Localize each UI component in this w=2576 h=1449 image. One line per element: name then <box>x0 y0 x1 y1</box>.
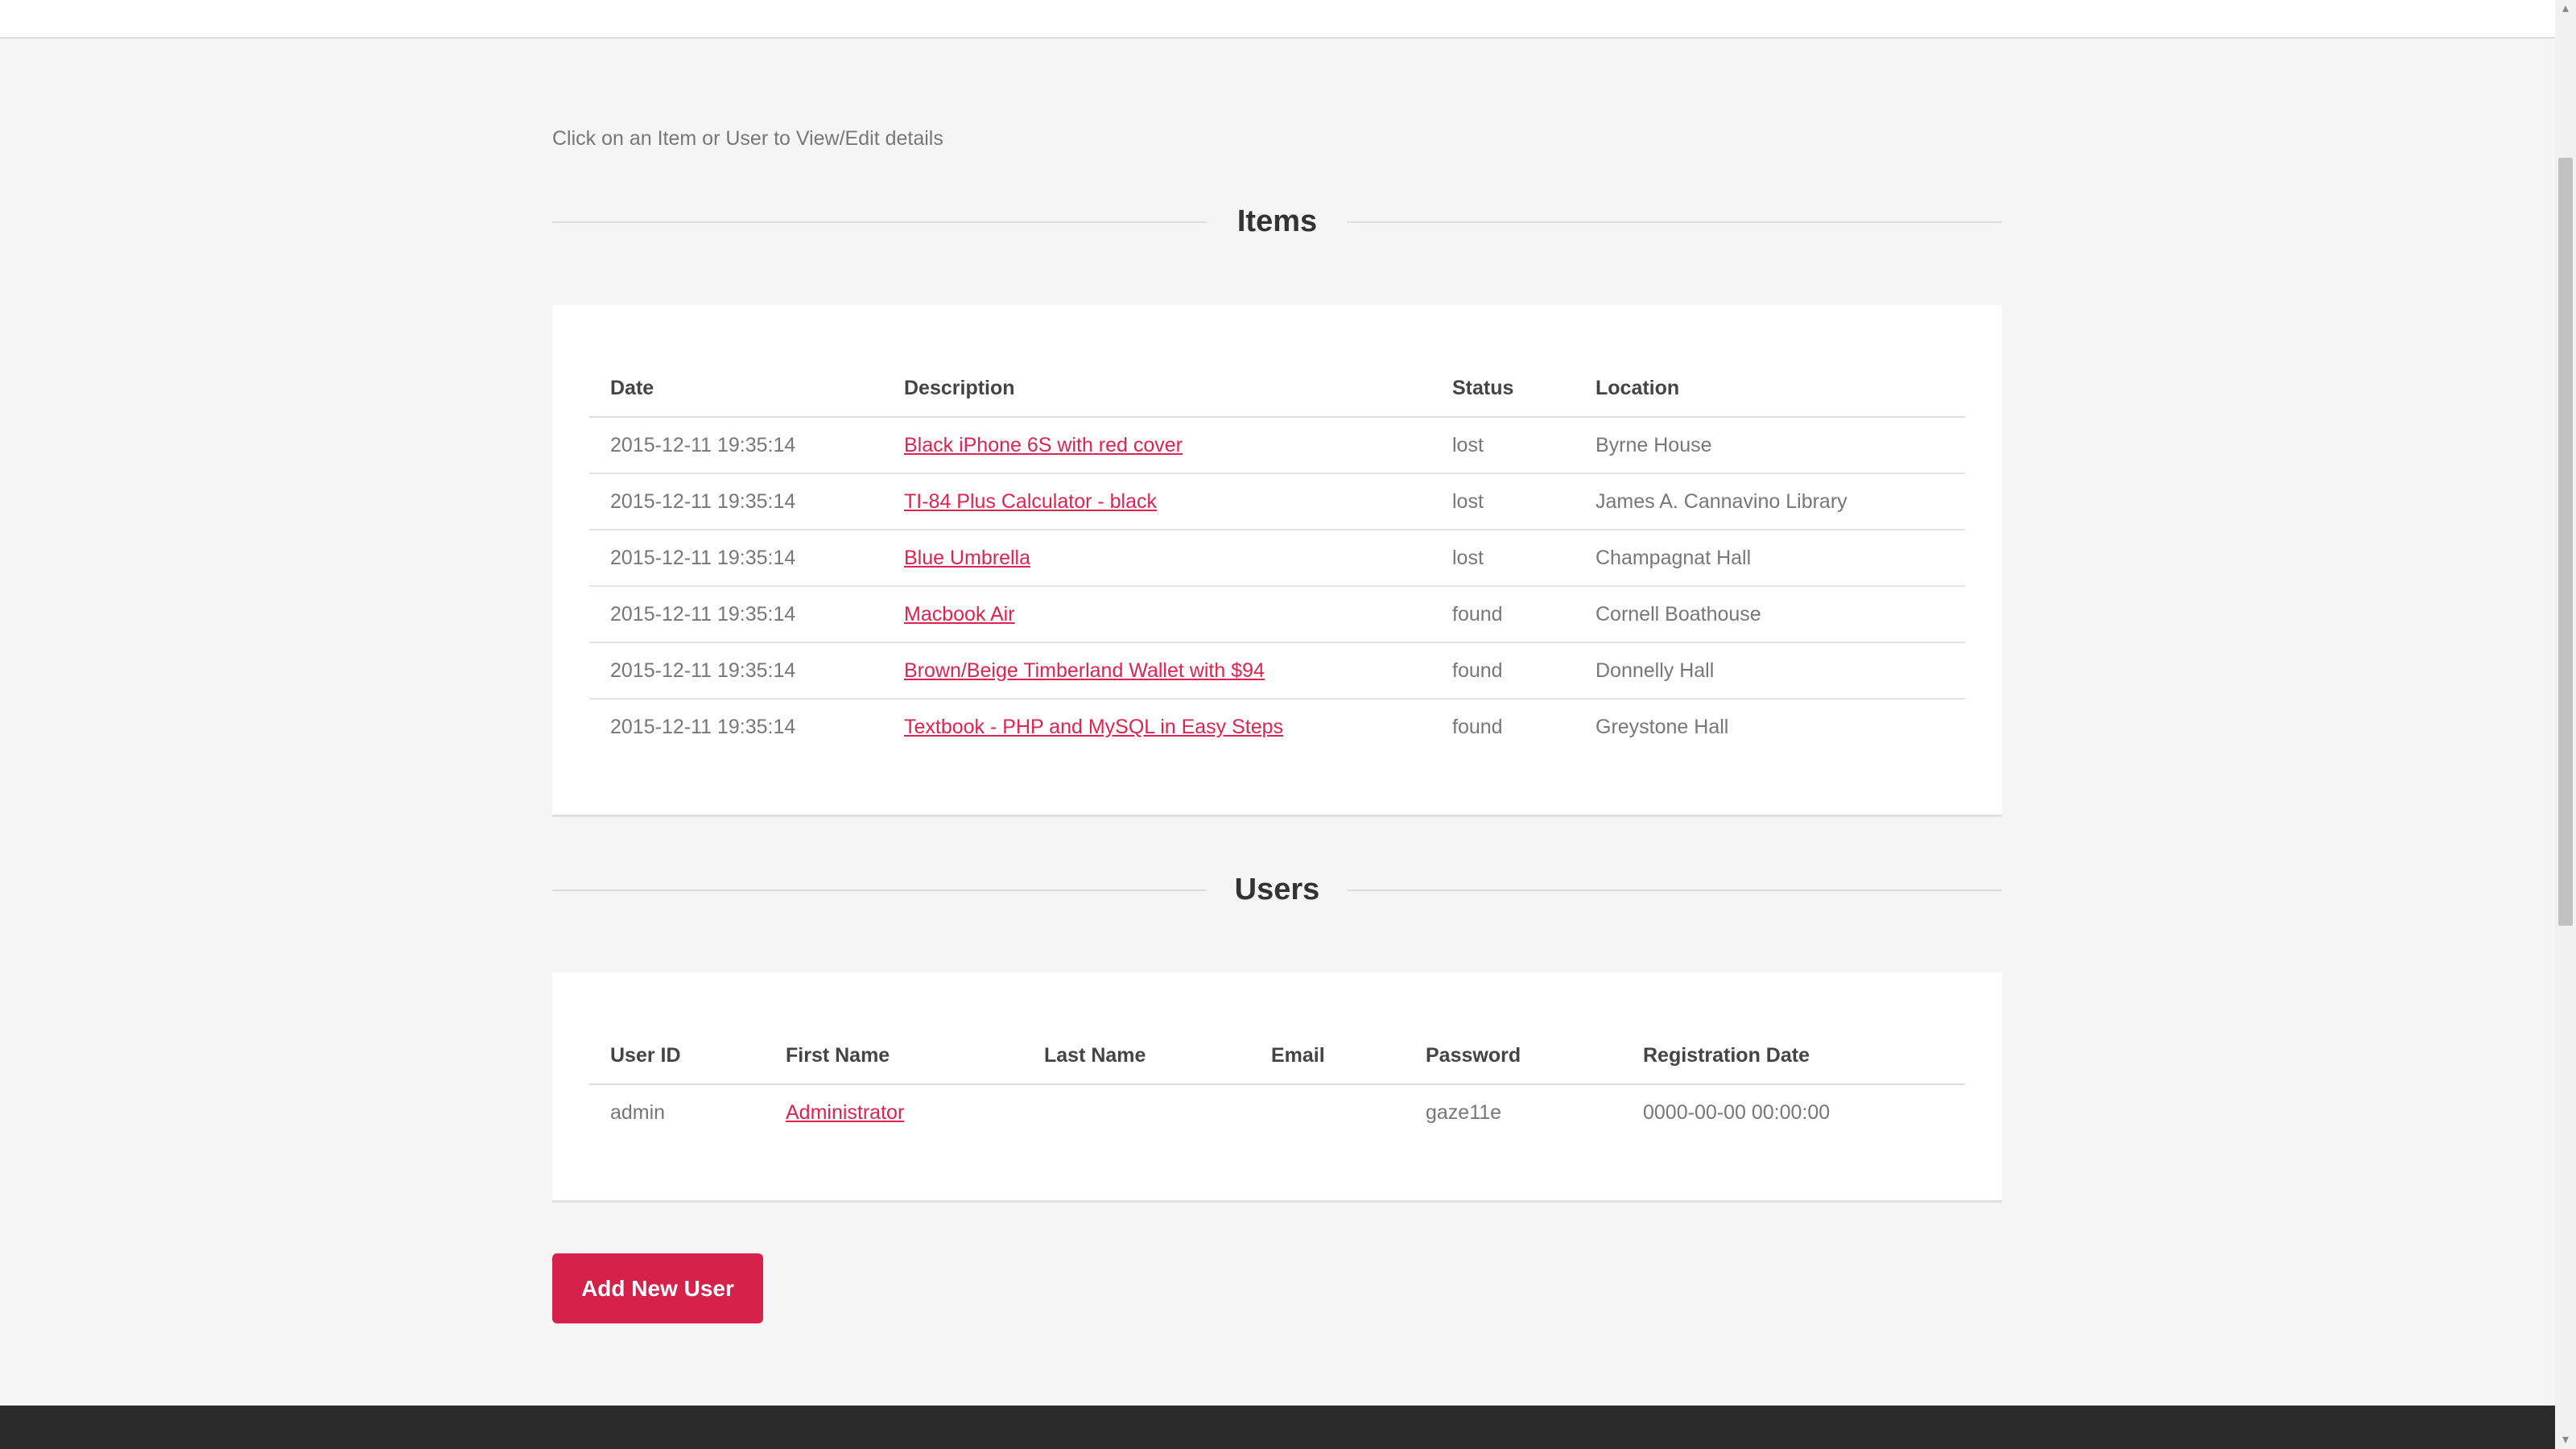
col-header-password: Password <box>1405 1028 1622 1085</box>
items-table: Date Description Status Location 2015-12… <box>589 361 1965 755</box>
item-link[interactable]: TI-84 Plus Calculator - black <box>904 490 1157 513</box>
item-date: 2015-12-11 19:35:14 <box>610 716 796 738</box>
table-row: 2015-12-11 19:35:14 Textbook - PHP and M… <box>589 699 1965 755</box>
table-row: admin Administrator gaze11e 0000-00-00 0… <box>589 1084 1965 1141</box>
item-description-cell: Macbook Air <box>883 586 1431 643</box>
user-id: admin <box>610 1101 666 1124</box>
scrollbar[interactable]: ▴ ▾ <box>2555 0 2576 1449</box>
item-link[interactable]: Black iPhone 6S with red cover <box>904 434 1183 456</box>
item-link[interactable]: Macbook Air <box>904 603 1015 625</box>
user-last-name <box>1023 1084 1250 1141</box>
item-location: Cornell Boathouse <box>1575 586 1965 643</box>
items-card: Date Description Status Location 2015-12… <box>552 305 2002 817</box>
item-link[interactable]: Textbook - PHP and MySQL in Easy Steps <box>904 716 1283 738</box>
item-status: found <box>1431 586 1575 643</box>
instructions-text: Click on an Item or User to View/Edit de… <box>552 127 943 150</box>
triangle-up-icon[interactable]: ▴ <box>2555 0 2576 18</box>
item-status: lost <box>1431 473 1575 530</box>
item-status: found <box>1452 716 1503 738</box>
item-date: 2015-12-11 19:35:14 <box>589 586 883 643</box>
item-link[interactable]: Brown/Beige Timberland Wallet with $94 <box>904 659 1265 682</box>
item-description-cell: Blue Umbrella <box>883 530 1431 587</box>
item-date: 2015-12-11 19:35:14 <box>589 642 883 700</box>
footer <box>0 1406 2555 1449</box>
table-row: 2015-12-11 19:35:14 Blue Umbrella lost C… <box>589 530 1965 587</box>
item-date: 2015-12-11 19:35:14 <box>589 417 883 474</box>
scroll-thumb[interactable] <box>2558 158 2573 926</box>
user-email <box>1250 1084 1405 1141</box>
divider-line <box>1348 221 2002 223</box>
page: Click on an Item or User to View/Edit de… <box>0 0 2576 1449</box>
col-header-first-name: First Name <box>765 1028 1023 1085</box>
col-header-last-name: Last Name <box>1023 1028 1250 1085</box>
item-description-cell: TI-84 Plus Calculator - black <box>883 473 1431 530</box>
item-location: James A. Cannavino Library <box>1575 473 1965 530</box>
users-section-header: Users <box>552 865 2002 914</box>
item-status: found <box>1431 642 1575 700</box>
col-header-email: Email <box>1250 1028 1405 1085</box>
top-nav-bar <box>0 0 2555 39</box>
user-link[interactable]: Administrator <box>786 1101 904 1124</box>
items-header-row: Date Description Status Location <box>589 361 1965 418</box>
table-row: 2015-12-11 19:35:14 Brown/Beige Timberla… <box>589 642 1965 700</box>
col-header-location: Location <box>1575 361 1965 418</box>
col-header-user-id: User ID <box>589 1028 765 1085</box>
add-new-user-button[interactable]: Add New User <box>552 1253 763 1323</box>
table-row: 2015-12-11 19:35:14 TI-84 Plus Calculato… <box>589 473 1965 530</box>
users-card: User ID First Name Last Name Email Passw… <box>552 972 2002 1203</box>
table-row: 2015-12-11 19:35:14 Black iPhone 6S with… <box>589 417 1965 474</box>
item-location: Greystone Hall <box>1596 716 1729 738</box>
col-header-description: Description <box>883 361 1431 418</box>
item-date: 2015-12-11 19:35:14 <box>589 530 883 587</box>
col-header-date: Date <box>589 361 883 418</box>
item-link[interactable]: Blue Umbrella <box>904 547 1030 569</box>
col-header-status: Status <box>1431 361 1575 418</box>
item-status: lost <box>1431 530 1575 587</box>
users-header-row: User ID First Name Last Name Email Passw… <box>589 1028 1965 1085</box>
user-first-name-cell: Administrator <box>765 1084 1023 1141</box>
item-location: Champagnat Hall <box>1575 530 1965 587</box>
item-location: Byrne House <box>1575 417 1965 474</box>
item-status: lost <box>1431 417 1575 474</box>
triangle-down-icon[interactable]: ▾ <box>2555 1431 2576 1449</box>
item-date: 2015-12-11 19:35:14 <box>589 473 883 530</box>
item-description-cell: Brown/Beige Timberland Wallet with $94 <box>883 642 1431 700</box>
user-registration-date: 0000-00-00 00:00:00 <box>1643 1101 1831 1124</box>
user-password: gaze11e <box>1426 1101 1502 1124</box>
item-location: Donnelly Hall <box>1575 642 1965 700</box>
col-header-registration-date: Registration Date <box>1622 1028 1965 1085</box>
items-section-header: Items <box>552 197 2002 246</box>
item-description-cell: Textbook - PHP and MySQL in Easy Steps <box>883 699 1431 755</box>
divider-line <box>1348 890 2002 891</box>
item-description-cell: Black iPhone 6S with red cover <box>883 417 1431 474</box>
users-table: User ID First Name Last Name Email Passw… <box>589 1028 1965 1141</box>
table-row: 2015-12-11 19:35:14 Macbook Air found Co… <box>589 586 1965 643</box>
